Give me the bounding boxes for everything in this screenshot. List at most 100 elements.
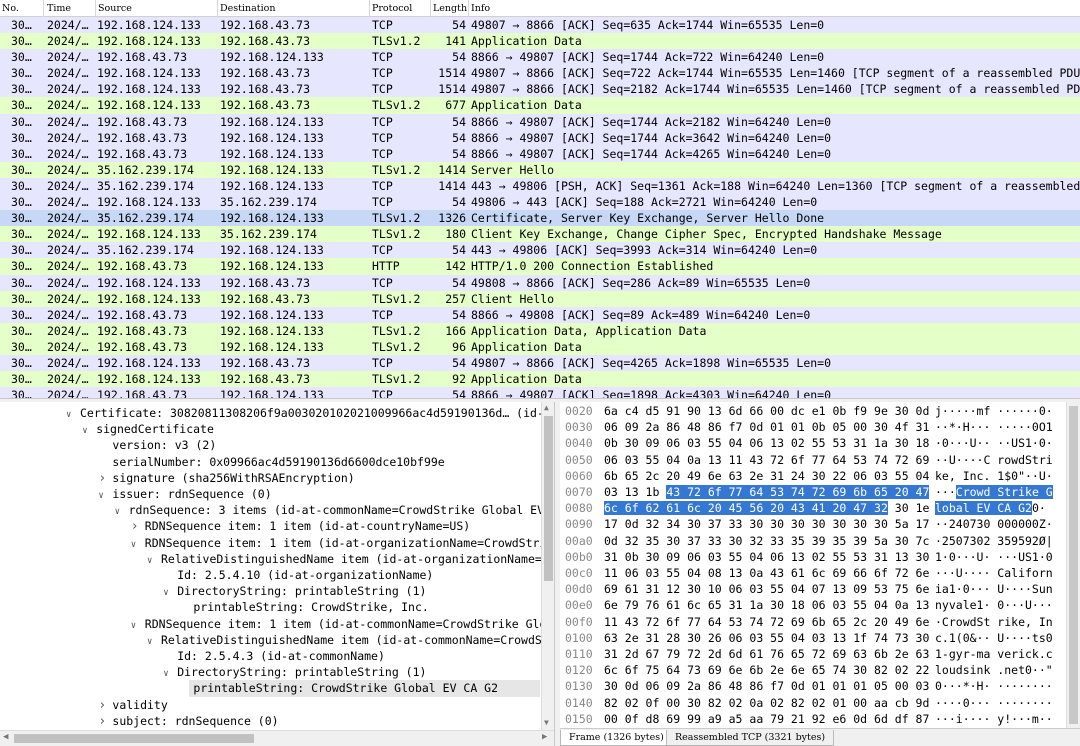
packet-row-selected[interactable]: 30… 2024/… 35.162.239.174 192.168.124.133 TL… [0,210,1080,227]
expand-chevron-down-icon[interactable]: ∨ [147,634,161,650]
hex-row[interactable]: 0120 6c 6f 75 64 73 69 6e 6b 2e 6e 65 74 … [560,662,1060,678]
packet-list[interactable]: No. Time Source Destination Protocol Len… [0,0,1080,398]
bytes-scroll-thumb[interactable] [1069,406,1078,724]
hex-row[interactable]: 00a0 0d 32 35 30 37 33 30 32 33 35 39 35 … [560,533,1060,549]
column-header-info[interactable]: Info [471,3,490,14]
tree-item[interactable]: printableString: CrowdStrike, Inc. [193,599,428,615]
column-header-source[interactable]: Source [98,3,132,14]
packet-row[interactable]: 30… 2024/… 192.168.43.73 192.168.124.133 TCP… [0,49,1080,66]
packet-row[interactable]: 30… 2024/… 192.168.43.73 192.168.124.133 TLS… [0,322,1080,339]
hex-row[interactable]: 0020 6a c4 d5 91 90 13 6d 66 00 dc e1 0b … [560,403,1060,419]
packet-row[interactable]: 30… 2024/… 192.168.124.133 192.168.43.73 TCP… [0,65,1080,82]
packet-row[interactable]: 30… 2024/… 192.168.124.133 192.168.43.73 TLS… [0,97,1080,114]
packet-row[interactable]: 30… 2024/… 192.168.124.133 35.162.239.174 TC… [0,194,1080,211]
tree-item[interactable]: › signature (sha256WithRSAEncryption) [98,470,354,486]
column-header-length[interactable]: Length [433,3,467,14]
expand-chevron-right-icon[interactable]: › [131,519,145,535]
scroll-up-arrow-icon[interactable]: ▲ [544,403,549,412]
expand-chevron-down-icon[interactable]: ∨ [131,618,145,634]
packet-row[interactable]: 30… 2024/… 192.168.124.133 192.168.43.73 TLS… [0,290,1080,307]
expand-chevron-right-icon[interactable]: › [98,714,112,730]
packet-row[interactable]: 30… 2024/… 192.168.43.73 192.168.124.133 TCP… [0,306,1080,323]
tree-item[interactable]: Id: 2.5.4.10 (id-at-organizationName) [177,567,433,583]
tree-item[interactable]: › subject: rdnSequence (0) [98,713,278,729]
packet-row[interactable]: 30… 2024/… 35.162.239.174 192.168.124.133 TC… [0,242,1080,259]
packet-row[interactable]: 30… 2024/… 192.168.43.73 192.168.124.133 TCP… [0,387,1080,398]
hex-row[interactable]: 0080 6c 6f 62 61 6c 20 45 56 20 43 41 20 … [560,500,1060,516]
tree-item[interactable]: serialNumber: 0x09966ac4d59190136d6600dc… [112,454,444,470]
expand-chevron-right-icon[interactable]: › [98,471,112,487]
hex-row[interactable]: 00e0 6e 79 76 61 6c 65 31 1a 30 18 06 03 … [560,597,1060,613]
scroll-left-arrow-icon[interactable]: ◀ [3,732,8,742]
tree-item[interactable]: ∨ signedCertificate [82,421,214,437]
hex-row[interactable]: 0050 06 03 55 04 0a 13 11 43 72 6f 77 64 … [560,452,1060,468]
bytes-vertical-scrollbar[interactable] [1066,402,1080,728]
hex-row[interactable]: 0150 00 0f d8 69 99 a9 a5 aa 79 21 92 e6 … [560,711,1060,727]
hex-row[interactable]: 0030 06 09 2a 86 48 86 f7 0d 01 01 0b 05 … [560,419,1060,435]
expand-chevron-down-icon[interactable]: ∨ [163,666,177,682]
expand-chevron-down-icon[interactable]: ∨ [163,585,177,601]
hex-row[interactable]: 0040 0b 30 09 06 03 55 04 06 13 02 55 53 … [560,435,1060,451]
tree-item[interactable]: ∨ RelativeDistinguishedName item (id-at-c… [147,632,554,648]
packet-row[interactable]: 30… 2024/… 35.162.239.174 192.168.124.133 TC… [0,177,1080,195]
details-hscroll-thumb[interactable] [14,734,254,743]
column-header-protocol[interactable]: Protocol [372,3,412,14]
hex-row[interactable]: 0090 17 0d 32 34 30 37 33 30 30 30 30 30 … [560,516,1060,532]
packet-row[interactable]: 30… 2024/… 192.168.124.133 192.168.43.73 TCP… [0,17,1080,34]
packet-row[interactable]: 30… 2024/… 192.168.43.73 192.168.124.133 TCP… [0,145,1080,162]
packet-row[interactable]: 30… 2024/… 192.168.124.133 192.168.43.73 TLS… [0,371,1080,388]
tree-item[interactable]: ∨ issuer: rdnSequence (0) [98,486,271,502]
packet-row[interactable]: 30… 2024/… 192.168.124.133 192.168.43.73 TCP… [0,81,1080,98]
details-scroll-thumb[interactable] [544,416,553,581]
packet-row[interactable]: 30… 2024/… 192.168.124.133 35.162.239.174 TL… [0,226,1080,243]
tree-item[interactable]: ∨ rdnSequence: 3 items (id-at-commonName=… [115,502,554,518]
packet-bytes-pane[interactable]: 0020 6a c4 d5 91 90 13 6d 66 00 dc e1 0b … [560,402,1080,728]
scroll-down-arrow-icon[interactable]: ▼ [544,718,549,727]
hex-row[interactable]: 0130 30 0d 06 09 2a 86 48 86 f7 0d 01 01 … [560,678,1060,694]
column-header-time[interactable]: Time [47,3,71,14]
expand-chevron-down-icon[interactable]: ∨ [147,553,161,569]
packet-row[interactable]: 30… 2024/… 192.168.43.73 192.168.124.133 TLS… [0,338,1080,355]
tree-item-selected[interactable]: printableString: CrowdStrike Global EV C… [189,680,540,697]
tree-item[interactable]: ∨ Certificate: 30820811308206f9a003020102… [66,405,554,421]
expand-chevron-down-icon[interactable]: ∨ [66,407,80,423]
tree-item[interactable]: › validity [98,697,167,713]
tab-frame-bytes[interactable]: Frame (1326 bytes) [560,730,673,746]
packet-row[interactable]: 30… 2024/… 35.162.239.174 192.168.124.133 TL… [0,161,1080,178]
expand-chevron-down-icon[interactable]: ∨ [131,537,145,553]
expand-chevron-down-icon[interactable]: ∨ [98,488,112,504]
tree-item[interactable]: ∨ RDNSequence item: 1 item (id-at-organiz… [131,535,554,551]
scroll-right-arrow-icon[interactable]: ▶ [542,732,547,742]
details-horizontal-scrollbar[interactable]: ◀ ▶ [0,730,554,746]
packet-row[interactable]: 30… 2024/… 192.168.43.73 192.168.124.133 TCP… [0,129,1080,146]
tab-reassembled-tcp[interactable]: Reassembled TCP (3321 bytes) [666,730,835,746]
hex-row[interactable]: 0110 31 2d 67 79 72 2d 6d 61 76 65 72 69 … [560,646,1060,662]
column-header-no[interactable]: No. [2,3,19,14]
packet-row[interactable]: 30… 2024/… 192.168.43.73 192.168.124.133 HTT… [0,258,1080,275]
hex-row[interactable]: 0100 63 2e 31 28 30 26 06 03 55 04 03 13 … [560,630,1060,646]
packet-row[interactable]: 30… 2024/… 192.168.124.133 192.168.43.73 TLS… [0,33,1080,50]
tree-item[interactable]: ∨ RDNSequence item: 1 item (id-at-commonN… [131,616,554,632]
tree-item[interactable]: Id: 2.5.4.3 (id-at-commonName) [177,648,385,664]
packet-row[interactable]: 30… 2024/… 192.168.124.133 192.168.43.73 TCP… [0,354,1080,372]
expand-chevron-right-icon[interactable]: › [98,698,112,714]
hex-row[interactable]: 0140 82 02 0f 00 30 82 02 0a 02 82 02 01 … [560,695,1060,711]
hex-row[interactable]: 00d0 69 61 31 12 30 10 06 03 55 04 07 13 … [560,581,1060,597]
hex-row[interactable]: 00b0 31 0b 30 09 06 03 55 04 06 13 02 55 … [560,549,1060,565]
expand-chevron-down-icon[interactable]: ∨ [115,504,129,520]
packet-row[interactable]: 30… 2024/… 192.168.43.73 192.168.124.133 TCP… [0,113,1080,130]
tree-item[interactable]: ∨ RelativeDistinguishedName item (id-at-o… [147,551,554,567]
expand-chevron-down-icon[interactable]: ∨ [82,423,96,439]
tree-item[interactable]: › RDNSequence item: 1 item (id-at-country… [131,518,470,534]
tree-item[interactable]: ∨ DirectoryString: printableString (1) [163,583,426,599]
column-header-destination[interactable]: Destination [220,3,275,14]
hex-row[interactable]: 0070 03 13 1b 43 72 6f 77 64 53 74 72 69 … [560,484,1060,500]
tree-item[interactable]: version: v3 (2) [112,437,216,453]
packet-details-pane[interactable]: ∨ Certificate: 30820811308206f9a003020102… [0,402,554,730]
packet-row[interactable]: 30… 2024/… 192.168.124.133 192.168.43.73 TCP… [0,274,1080,291]
details-vertical-scrollbar[interactable]: ▲ ▼ [541,402,554,730]
hex-row[interactable]: 00f0 11 43 72 6f 77 64 53 74 72 69 6b 65 … [560,614,1060,630]
tree-item[interactable]: ∨ DirectoryString: printableString (1) [163,664,426,680]
hex-row[interactable]: 00c0 11 06 03 55 04 08 13 0a 43 61 6c 69 … [560,565,1060,581]
hex-row[interactable]: 0060 6b 65 2c 20 49 6e 63 2e 31 24 30 22 … [560,468,1060,484]
